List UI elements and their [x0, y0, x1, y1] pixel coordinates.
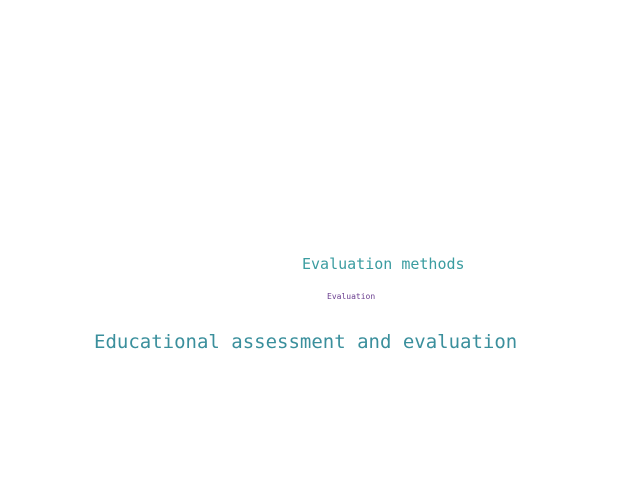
word-educational-assessment-and-evaluation: Educational assessment and evaluation: [94, 331, 518, 353]
word-evaluation-methods: Evaluation methods: [302, 255, 465, 273]
word-evaluation: Evaluation: [327, 292, 376, 301]
word-cloud: Evaluation methods Evaluation Educationa…: [0, 0, 640, 480]
